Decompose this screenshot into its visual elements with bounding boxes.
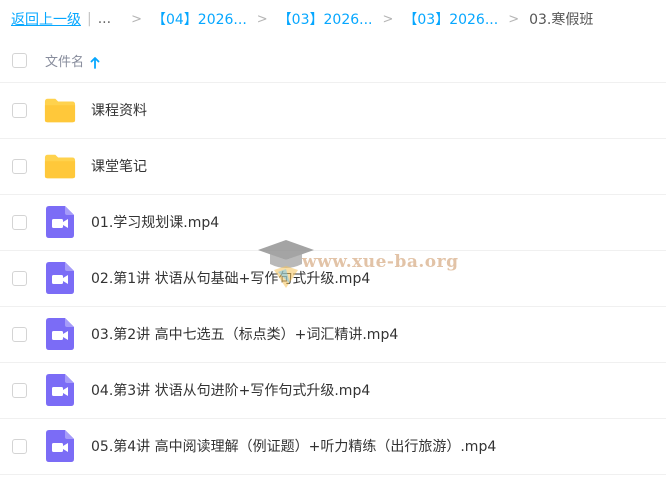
row-checkbox[interactable] — [12, 158, 27, 174]
breadcrumb-separator: > — [131, 11, 142, 27]
breadcrumb-current: 03.寒假班 — [529, 12, 594, 28]
breadcrumb-divider: | — [87, 11, 92, 27]
file-name[interactable]: 05.第4讲 高中阅读理解（例证题）+听力精练（出行旅游）.mp4 — [91, 436, 496, 456]
row-checkbox[interactable] — [12, 438, 27, 454]
breadcrumb-separator: > — [508, 11, 520, 27]
row-checkbox[interactable] — [12, 102, 27, 118]
breadcrumb-item[interactable]: 【03】2026... — [403, 9, 498, 29]
breadcrumb-item[interactable]: 【04】2026... — [152, 9, 247, 29]
file-row[interactable]: 课程资料 — [0, 82, 666, 139]
video-file-icon[interactable] — [44, 318, 76, 350]
sort-ascending-icon[interactable] — [90, 54, 100, 69]
file-name[interactable]: 01.学习规划课.mp4 — [91, 212, 219, 232]
file-row[interactable]: 03.第2讲 高中七选五（标点类）+词汇精讲.mp4 — [0, 306, 666, 363]
file-row[interactable]: 02.第1讲 状语从句基础+写作句式升级.mp4 — [0, 250, 666, 307]
file-row[interactable]: 04.第3讲 状语从句进阶+写作句式升级.mp4 — [0, 362, 666, 419]
video-file-icon[interactable] — [44, 206, 76, 238]
row-checkbox[interactable] — [12, 382, 27, 398]
folder-icon[interactable] — [44, 94, 76, 126]
file-list-header: 文件名 — [0, 38, 666, 83]
video-file-icon[interactable] — [44, 374, 76, 406]
breadcrumb-separator: > — [256, 11, 268, 27]
row-checkbox[interactable] — [12, 214, 27, 230]
file-name[interactable]: 04.第3讲 状语从句进阶+写作句式升级.mp4 — [91, 380, 370, 400]
breadcrumb-ellipsis[interactable]: ... — [98, 11, 111, 27]
file-row[interactable]: 05.第4讲 高中阅读理解（例证题）+听力精练（出行旅游）.mp4 — [0, 418, 666, 475]
breadcrumb-item[interactable]: 【03】2026... — [278, 9, 373, 29]
back-link[interactable]: 返回上一级 — [11, 9, 81, 29]
breadcrumb-separator: > — [382, 11, 394, 27]
file-name[interactable]: 课堂笔记 — [91, 156, 147, 176]
column-header-filename[interactable]: 文件名 — [45, 51, 84, 70]
file-name[interactable]: 课程资料 — [91, 100, 147, 120]
file-row[interactable]: 课堂笔记 — [0, 138, 666, 195]
video-file-icon[interactable] — [44, 430, 76, 462]
file-row[interactable]: 01.学习规划课.mp4 — [0, 194, 666, 251]
row-checkbox[interactable] — [12, 270, 27, 286]
row-checkbox[interactable] — [12, 326, 27, 342]
folder-icon[interactable] — [44, 150, 76, 182]
breadcrumb: 返回上一级 | ... > 【04】2026... > 【03】2026... … — [0, 0, 666, 38]
file-name[interactable]: 02.第1讲 状语从句基础+写作句式升级.mp4 — [91, 268, 370, 288]
video-file-icon[interactable] — [44, 262, 76, 294]
select-all-checkbox[interactable] — [12, 52, 27, 68]
file-name[interactable]: 03.第2讲 高中七选五（标点类）+词汇精讲.mp4 — [91, 324, 398, 344]
